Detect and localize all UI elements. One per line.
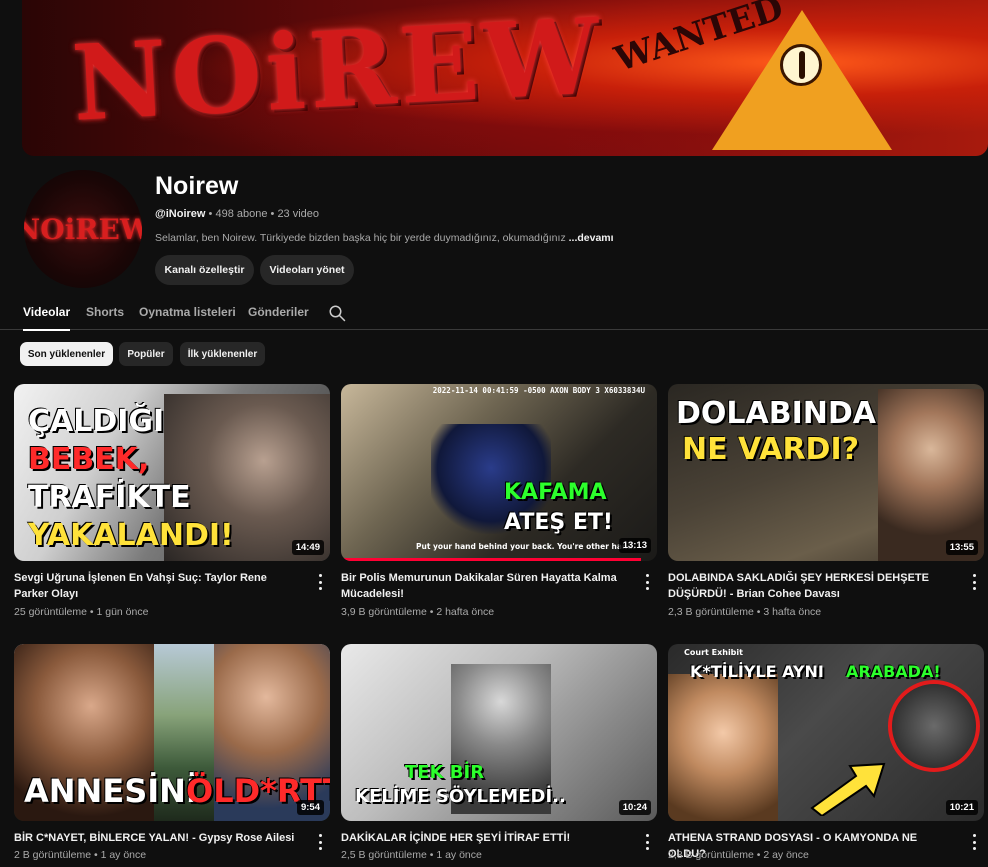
video-age: 2 ay önce (763, 849, 809, 861)
video-card[interactable]: Court Exhibit K*TİLİYLE AYNI ARABADA! 10… (668, 644, 984, 864)
more-actions-icon[interactable] (641, 574, 653, 590)
video-title[interactable]: DOLABINDA SAKLADIĞI ŞEY HERKESİ DEHŞETE … (668, 570, 958, 602)
tab-videos[interactable]: Videolar (23, 305, 71, 331)
thumbnail-text: KELİME SÖYLEMEDİ.. (355, 786, 566, 807)
video-age: 1 ay önce (100, 849, 147, 861)
thumbnail-text: TEK BİR (405, 762, 485, 783)
thumbnail-text: DOLABINDA (676, 396, 876, 431)
thumbnail-timestamp: 2022-11-14 00:41:59 -0500 AXON BODY 3 X6… (432, 386, 645, 395)
channel-tabs: Videolar Shorts Oynatma listeleri Gönder… (0, 296, 988, 331)
thumbnail-text: ÇALDIĞI (28, 404, 165, 439)
thumbnail-text: NE VARDI? (682, 432, 860, 467)
thumbnail-text: ARABADA! (846, 662, 941, 681)
manage-videos-button[interactable]: Videoları yönet (260, 255, 354, 285)
video-meta: 2,3 B görüntüleme • 3 hafta önce (668, 606, 822, 618)
video-title[interactable]: Bir Polis Memurunun Dakikalar Süren Haya… (341, 570, 631, 602)
video-count: 23 video (277, 208, 320, 220)
video-meta: 25 görüntüleme • 1 gün önce (14, 606, 149, 618)
channel-description[interactable]: Selamlar, ben Noirew. Türkiyede bizden b… (155, 232, 614, 244)
avatar-logo-text: NOiREW (24, 212, 142, 246)
tab-shorts[interactable]: Shorts (86, 305, 124, 319)
video-thumbnail[interactable]: DOLABINDA NE VARDI? 13:55 (668, 384, 984, 561)
more-actions-icon[interactable] (968, 574, 980, 590)
video-thumbnail[interactable]: TEK BİR KELİME SÖYLEMEDİ.. 10:24 (341, 644, 657, 821)
video-duration: 9:54 (296, 800, 324, 815)
thumbnail-photo (668, 674, 778, 821)
video-thumbnail[interactable]: 2022-11-14 00:41:59 -0500 AXON BODY 3 X6… (341, 384, 657, 561)
video-card[interactable]: ÇALDIĞI BEBEK, TRAFİKTE YAKALANDI! 14:49… (14, 384, 330, 618)
search-icon[interactable] (328, 304, 346, 322)
video-duration: 10:24 (618, 800, 651, 815)
customize-channel-button[interactable]: Kanalı özelleştir (155, 255, 254, 285)
channel-banner: NOiREW WANTED (22, 0, 988, 156)
video-card[interactable]: DOLABINDA NE VARDI? 13:55 DOLABINDA SAKL… (668, 384, 984, 618)
tab-posts[interactable]: Gönderiler (248, 305, 309, 319)
video-meta: 2,8 B görüntüleme • 2 ay önce (668, 849, 809, 861)
thumbnail-text: KAFAMA (504, 480, 607, 505)
video-views: 25 görüntüleme (14, 606, 87, 618)
channel-name: Noirew (155, 172, 239, 200)
video-duration: 10:21 (945, 800, 978, 815)
video-meta: 2,5 B görüntüleme • 1 ay önce (341, 849, 482, 861)
video-duration: 14:49 (291, 540, 324, 555)
thumbnail-text: ATEŞ ET! (504, 510, 613, 535)
video-views: 2,5 B görüntüleme (341, 849, 427, 861)
chip-oldest[interactable]: İlk yüklenenler (180, 342, 265, 366)
video-age: 2 hafta önce (436, 606, 495, 618)
thumbnail-text: K*TİLİYLE AYNI (690, 662, 824, 681)
video-duration: 13:13 (618, 538, 651, 553)
thumbnail-caption: Court Exhibit (684, 648, 743, 657)
video-age: 1 ay önce (436, 849, 482, 861)
video-title[interactable]: BİR C*NAYET, BİNLERCE YALAN! - Gypsy Ros… (14, 830, 304, 846)
channel-handle: @iNoirew (155, 208, 206, 220)
video-duration: 13:55 (945, 540, 978, 555)
video-title[interactable]: Sevgi Uğruna İşlenen En Vahşi Suç: Taylo… (14, 570, 304, 602)
more-actions-icon[interactable] (641, 834, 653, 850)
channel-avatar[interactable]: NOiREW (24, 170, 142, 288)
description-text: Selamlar, ben Noirew. Türkiyede bizden b… (155, 232, 566, 244)
video-views: 2 B görüntüleme (14, 849, 92, 861)
more-actions-icon[interactable] (968, 834, 980, 850)
video-views: 2,8 B görüntüleme (668, 849, 754, 861)
channel-meta: @iNoirew • 498 abone • 23 video (155, 208, 319, 220)
arrow-icon (810, 762, 886, 816)
video-views: 3,9 B görüntüleme (341, 606, 427, 618)
banner-logo-text: NOiREW (69, 0, 607, 145)
subscriber-count: 498 abone (215, 208, 268, 220)
thumbnail-caption: Put your hand behind your back. You're o… (416, 542, 636, 551)
more-actions-icon[interactable] (314, 834, 326, 850)
thumbnail-text: ANNESİNİ (24, 772, 198, 810)
video-views: 2,3 B görüntüleme (668, 606, 754, 618)
banner-eye-graphic (780, 44, 822, 86)
video-thumbnail[interactable]: ÇALDIĞI BEBEK, TRAFİKTE YAKALANDI! 14:49 (14, 384, 330, 561)
watch-progress-bar (341, 558, 642, 561)
chip-popular[interactable]: Popüler (119, 342, 173, 366)
thumbnail-photo (878, 389, 984, 561)
video-thumbnail[interactable]: Court Exhibit K*TİLİYLE AYNI ARABADA! 10… (668, 644, 984, 821)
video-card[interactable]: 2022-11-14 00:41:59 -0500 AXON BODY 3 X6… (341, 384, 657, 618)
video-thumbnail[interactable]: ANNESİNİ ÖLD*RTTÜ!! 9:54 (14, 644, 330, 821)
video-card[interactable]: TEK BİR KELİME SÖYLEMEDİ.. 10:24 DAKİKAL… (341, 644, 657, 864)
thumbnail-text: TRAFİKTE (28, 480, 191, 515)
highlight-circle (888, 680, 980, 772)
more-actions-icon[interactable] (314, 574, 326, 590)
video-card[interactable]: ANNESİNİ ÖLD*RTTÜ!! 9:54 BİR C*NAYET, Bİ… (14, 644, 330, 864)
thumbnail-text: BEBEK, (28, 442, 150, 477)
video-meta: 3,9 B görüntüleme • 2 hafta önce (341, 606, 495, 618)
tab-playlists[interactable]: Oynatma listeleri (139, 305, 236, 319)
video-age: 1 gün önce (96, 606, 149, 618)
thumbnail-text: YAKALANDI! (28, 518, 234, 553)
description-more-link[interactable]: ...devamı (569, 232, 614, 244)
video-age: 3 hafta önce (763, 606, 822, 618)
video-meta: 2 B görüntüleme • 1 ay önce (14, 849, 147, 861)
video-title[interactable]: DAKİKALAR İÇİNDE HER ŞEYİ İTİRAF ETTİ! (341, 830, 631, 846)
chip-latest[interactable]: Son yüklenenler (20, 342, 113, 366)
